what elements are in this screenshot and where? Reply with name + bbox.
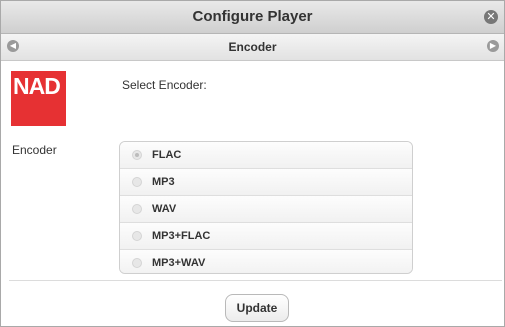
option-label: FLAC [152, 149, 182, 161]
radio-button[interactable] [132, 150, 142, 160]
encoder-options-list: FLAC MP3 WAV MP3+FLAC MP3+WAV [119, 141, 413, 274]
encoder-option-wav[interactable]: WAV [120, 196, 412, 223]
configure-player-dialog: Configure Player ✕ ◀ Encoder ▶ NAD Selec… [0, 0, 505, 327]
divider [9, 280, 502, 281]
radio-button[interactable] [132, 204, 142, 214]
close-icon[interactable]: ✕ [484, 10, 498, 24]
option-label: MP3+WAV [152, 257, 206, 269]
encoder-field-label: Encoder [12, 143, 57, 157]
title-bar: Configure Player ✕ [1, 1, 504, 34]
encoder-option-mp3-wav[interactable]: MP3+WAV [120, 250, 412, 273]
window-title: Configure Player [192, 8, 313, 25]
option-label: MP3 [152, 176, 175, 188]
update-button[interactable]: Update [225, 294, 289, 322]
radio-button[interactable] [132, 177, 142, 187]
select-encoder-label: Select Encoder: [122, 78, 207, 92]
section-title: Encoder [228, 40, 277, 54]
option-label: MP3+FLAC [152, 230, 211, 242]
nad-logo: NAD [11, 71, 66, 126]
forward-icon[interactable]: ▶ [487, 40, 499, 52]
encoder-option-flac[interactable]: FLAC [120, 142, 412, 169]
logo-text: NAD [13, 73, 61, 99]
subheader-bar: ◀ Encoder ▶ [1, 34, 504, 61]
radio-button[interactable] [132, 258, 142, 268]
radio-button[interactable] [132, 231, 142, 241]
option-label: WAV [152, 203, 177, 215]
encoder-option-mp3[interactable]: MP3 [120, 169, 412, 196]
encoder-option-mp3-flac[interactable]: MP3+FLAC [120, 223, 412, 250]
